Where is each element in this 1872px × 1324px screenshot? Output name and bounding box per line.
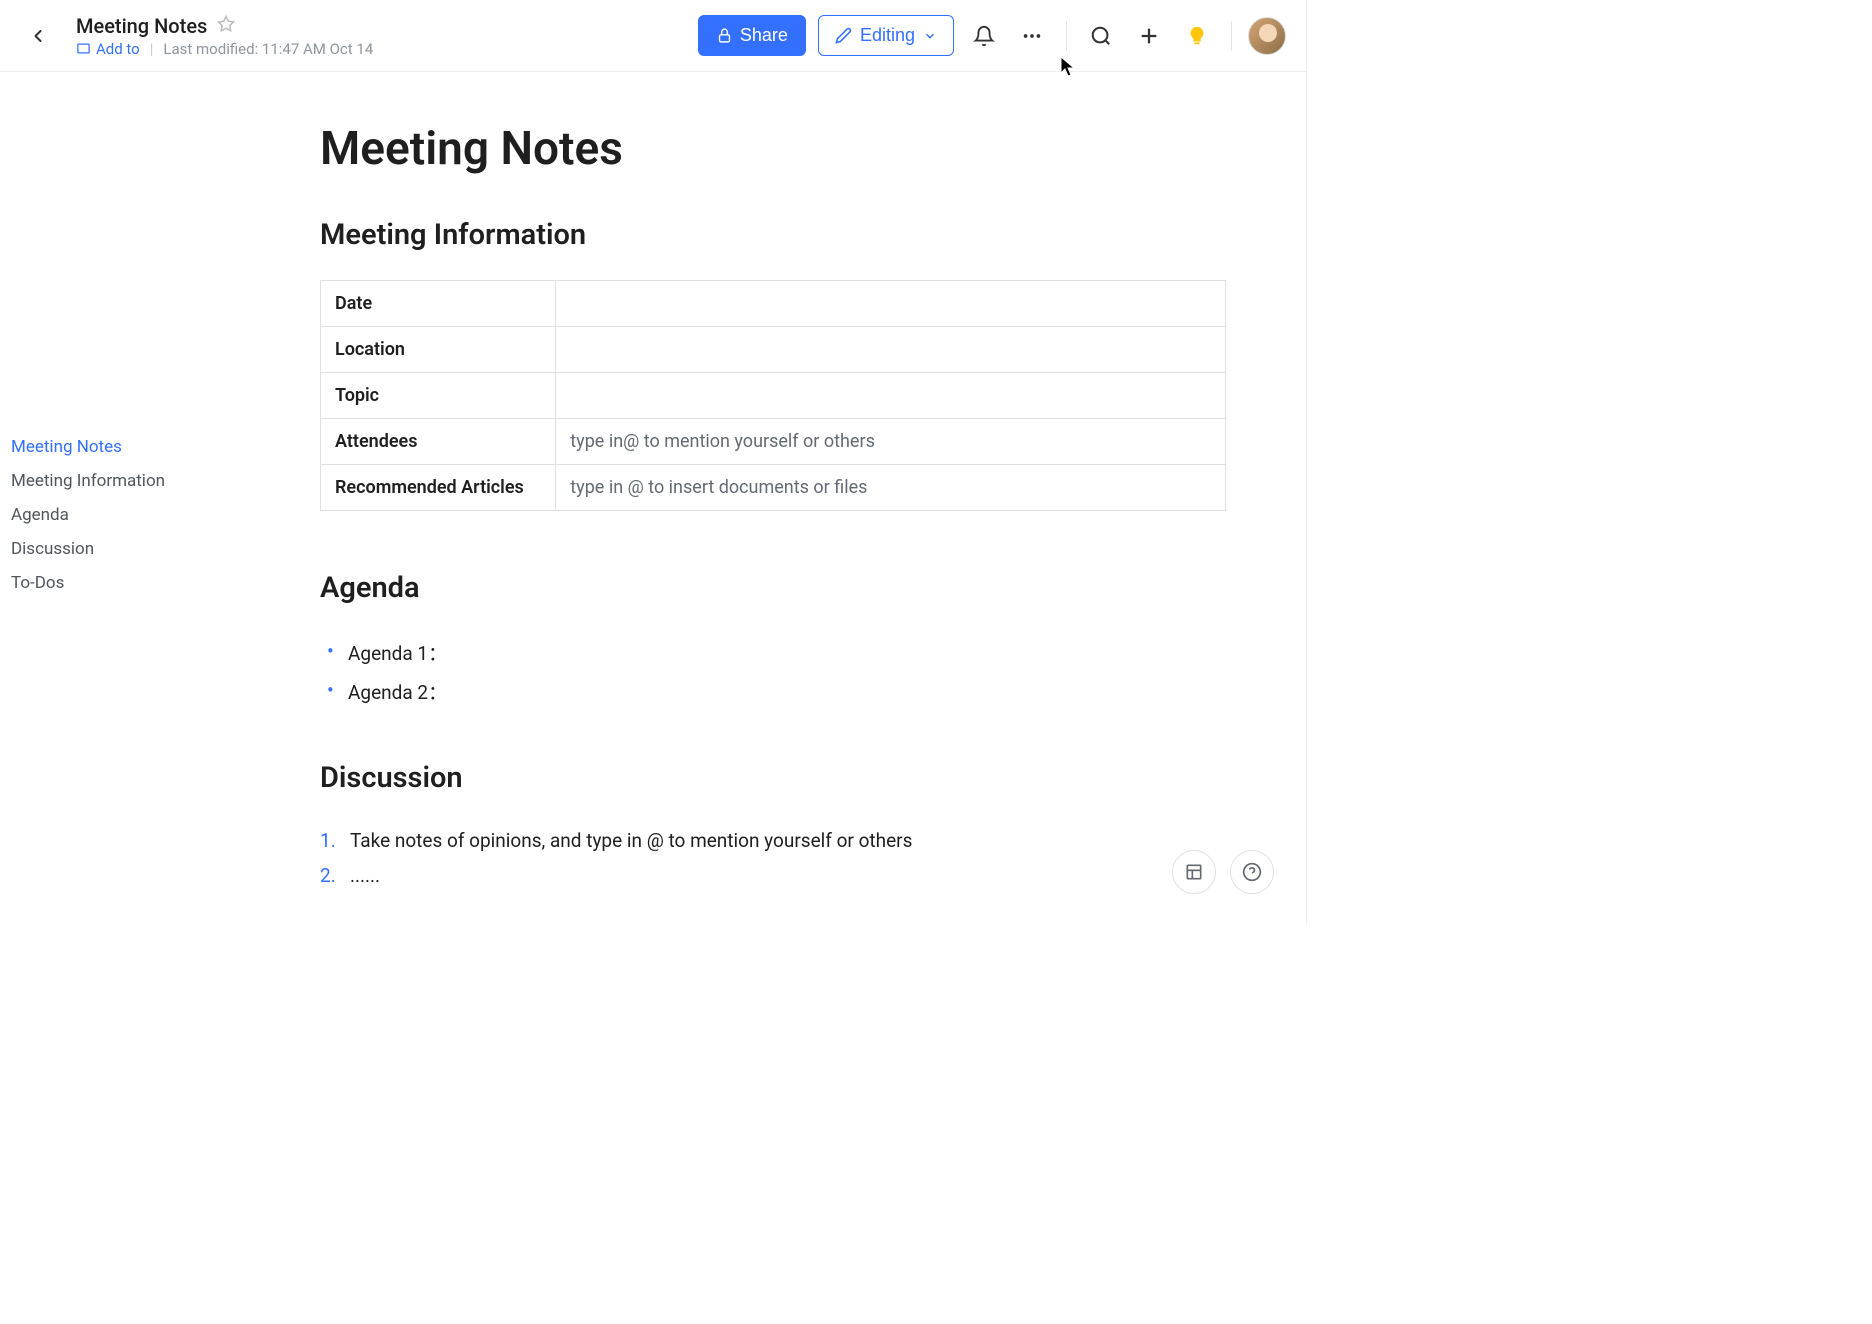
info-table[interactable]: Date Location Topic Attendees type in@ t… xyxy=(320,280,1226,511)
add-to-label: Add to xyxy=(96,40,140,58)
add-to-button[interactable]: Add to xyxy=(76,40,140,58)
help-icon xyxy=(1242,862,1262,882)
editing-label: Editing xyxy=(860,25,915,46)
table-row: Date xyxy=(321,281,1226,327)
divider xyxy=(1066,21,1067,51)
lock-icon xyxy=(716,27,733,44)
cell-value[interactable] xyxy=(556,327,1226,373)
cell-label[interactable]: Date xyxy=(321,281,556,327)
heading-discussion[interactable]: Discussion xyxy=(320,761,1226,795)
outline-sidebar: Meeting Notes Meeting Information Agenda… xyxy=(0,72,180,924)
heading-agenda[interactable]: Agenda xyxy=(320,571,1226,605)
tips-button[interactable] xyxy=(1179,18,1215,54)
cell-label[interactable]: Location xyxy=(321,327,556,373)
sidebar-item-agenda[interactable]: Agenda xyxy=(11,498,180,532)
sidebar-item-todos[interactable]: To-Dos xyxy=(11,566,180,600)
cell-label[interactable]: Recommended Articles xyxy=(321,465,556,511)
topbar: Meeting Notes Add to | Last modified: 11… xyxy=(0,0,1306,72)
plus-icon xyxy=(1138,25,1160,47)
cell-label[interactable]: Topic xyxy=(321,373,556,419)
table-row: Topic xyxy=(321,373,1226,419)
cell-value[interactable] xyxy=(556,281,1226,327)
back-button[interactable] xyxy=(20,18,56,54)
list-item[interactable]: Take notes of opinions, and type in @ to… xyxy=(320,823,1226,858)
lightbulb-icon xyxy=(1186,25,1208,47)
table-row: Recommended Articles type in @ to insert… xyxy=(321,465,1226,511)
templates-button[interactable] xyxy=(1172,850,1216,894)
cell-value[interactable] xyxy=(556,373,1226,419)
divider xyxy=(1231,21,1232,51)
document-body[interactable]: Meeting Notes Meeting Information Date L… xyxy=(180,72,1306,924)
share-button[interactable]: Share xyxy=(698,15,806,56)
list-item[interactable]: Agenda 1： xyxy=(320,633,1226,672)
add-button[interactable] xyxy=(1131,18,1167,54)
list-item[interactable]: Agenda 2： xyxy=(320,672,1226,711)
pencil-icon xyxy=(835,27,852,44)
agenda-list[interactable]: Agenda 1： Agenda 2： xyxy=(320,633,1226,711)
cell-value[interactable]: type in @ to insert documents or files xyxy=(556,465,1226,511)
more-horizontal-icon xyxy=(1021,25,1043,47)
chevron-left-icon xyxy=(28,26,48,46)
help-button[interactable] xyxy=(1230,850,1274,894)
user-avatar[interactable] xyxy=(1248,17,1286,55)
separator: | xyxy=(150,40,154,58)
heading-meeting-info[interactable]: Meeting Information xyxy=(320,218,1226,252)
star-icon[interactable] xyxy=(217,15,235,37)
sidebar-item-discussion[interactable]: Discussion xyxy=(11,532,180,566)
title-block: Meeting Notes Add to | Last modified: 11… xyxy=(76,14,373,58)
search-icon xyxy=(1090,25,1112,47)
floating-buttons xyxy=(1172,850,1274,894)
template-icon xyxy=(1184,862,1204,882)
bell-icon xyxy=(973,25,995,47)
sidebar-item-meeting-notes[interactable]: Meeting Notes xyxy=(11,430,180,464)
share-label: Share xyxy=(740,25,788,46)
cell-value[interactable]: type in@ to mention yourself or others xyxy=(556,419,1226,465)
cell-label[interactable]: Attendees xyxy=(321,419,556,465)
search-button[interactable] xyxy=(1083,18,1119,54)
chevron-down-icon xyxy=(923,29,937,43)
editing-mode-button[interactable]: Editing xyxy=(818,15,954,56)
more-button[interactable] xyxy=(1014,18,1050,54)
notifications-button[interactable] xyxy=(966,18,1002,54)
discussion-list[interactable]: Take notes of opinions, and type in @ to… xyxy=(320,823,1226,893)
last-modified: Last modified: 11:47 AM Oct 14 xyxy=(163,40,373,58)
list-item[interactable]: ...... xyxy=(320,858,1226,893)
doc-title[interactable]: Meeting Notes xyxy=(76,14,207,38)
table-row: Location xyxy=(321,327,1226,373)
folder-icon xyxy=(76,41,91,56)
table-row: Attendees type in@ to mention yourself o… xyxy=(321,419,1226,465)
sidebar-item-meeting-information[interactable]: Meeting Information xyxy=(11,464,180,498)
heading-1[interactable]: Meeting Notes xyxy=(320,122,1226,176)
